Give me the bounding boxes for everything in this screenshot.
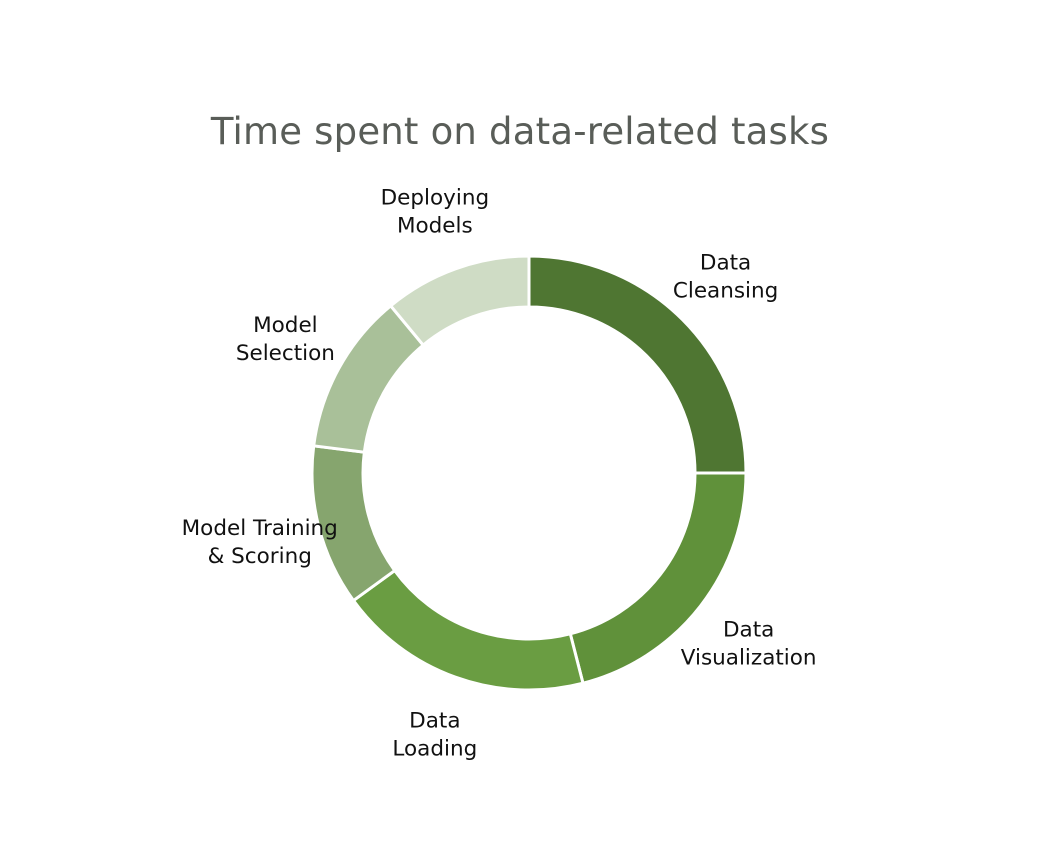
label-line: Deploying — [381, 185, 490, 210]
label-line: Selection — [236, 341, 335, 366]
label-line: Data — [700, 250, 751, 275]
label-data-cleansing: Data Cleansing — [673, 250, 778, 303]
label-line: Models — [397, 213, 473, 238]
label-data-loading: Data Loading — [392, 709, 477, 762]
label-data-visualization: Data Visualization — [681, 617, 817, 670]
slice-deploying-models — [388, 254, 531, 348]
label-model-training-and-scoring: Model Training & Scoring — [182, 516, 338, 569]
label-line: Cleansing — [673, 278, 778, 303]
label-line: & Scoring — [208, 544, 312, 569]
label-line: Visualization — [681, 645, 817, 670]
slice-data-loading — [351, 568, 585, 692]
label-line: Model — [253, 313, 318, 338]
label-line: Model Training — [182, 516, 338, 541]
slice-model-selection — [312, 303, 426, 454]
donut-slices — [310, 254, 748, 692]
label-model-selection: Model Selection — [236, 313, 335, 366]
label-line: Data — [723, 617, 774, 642]
label-line: Loading — [392, 737, 477, 762]
donut-chart: Data Cleansing Data Visualization Data Loadin… — [182, 185, 817, 762]
label-deploying-models: Deploying Models — [381, 185, 490, 238]
label-line: Data — [409, 709, 460, 734]
